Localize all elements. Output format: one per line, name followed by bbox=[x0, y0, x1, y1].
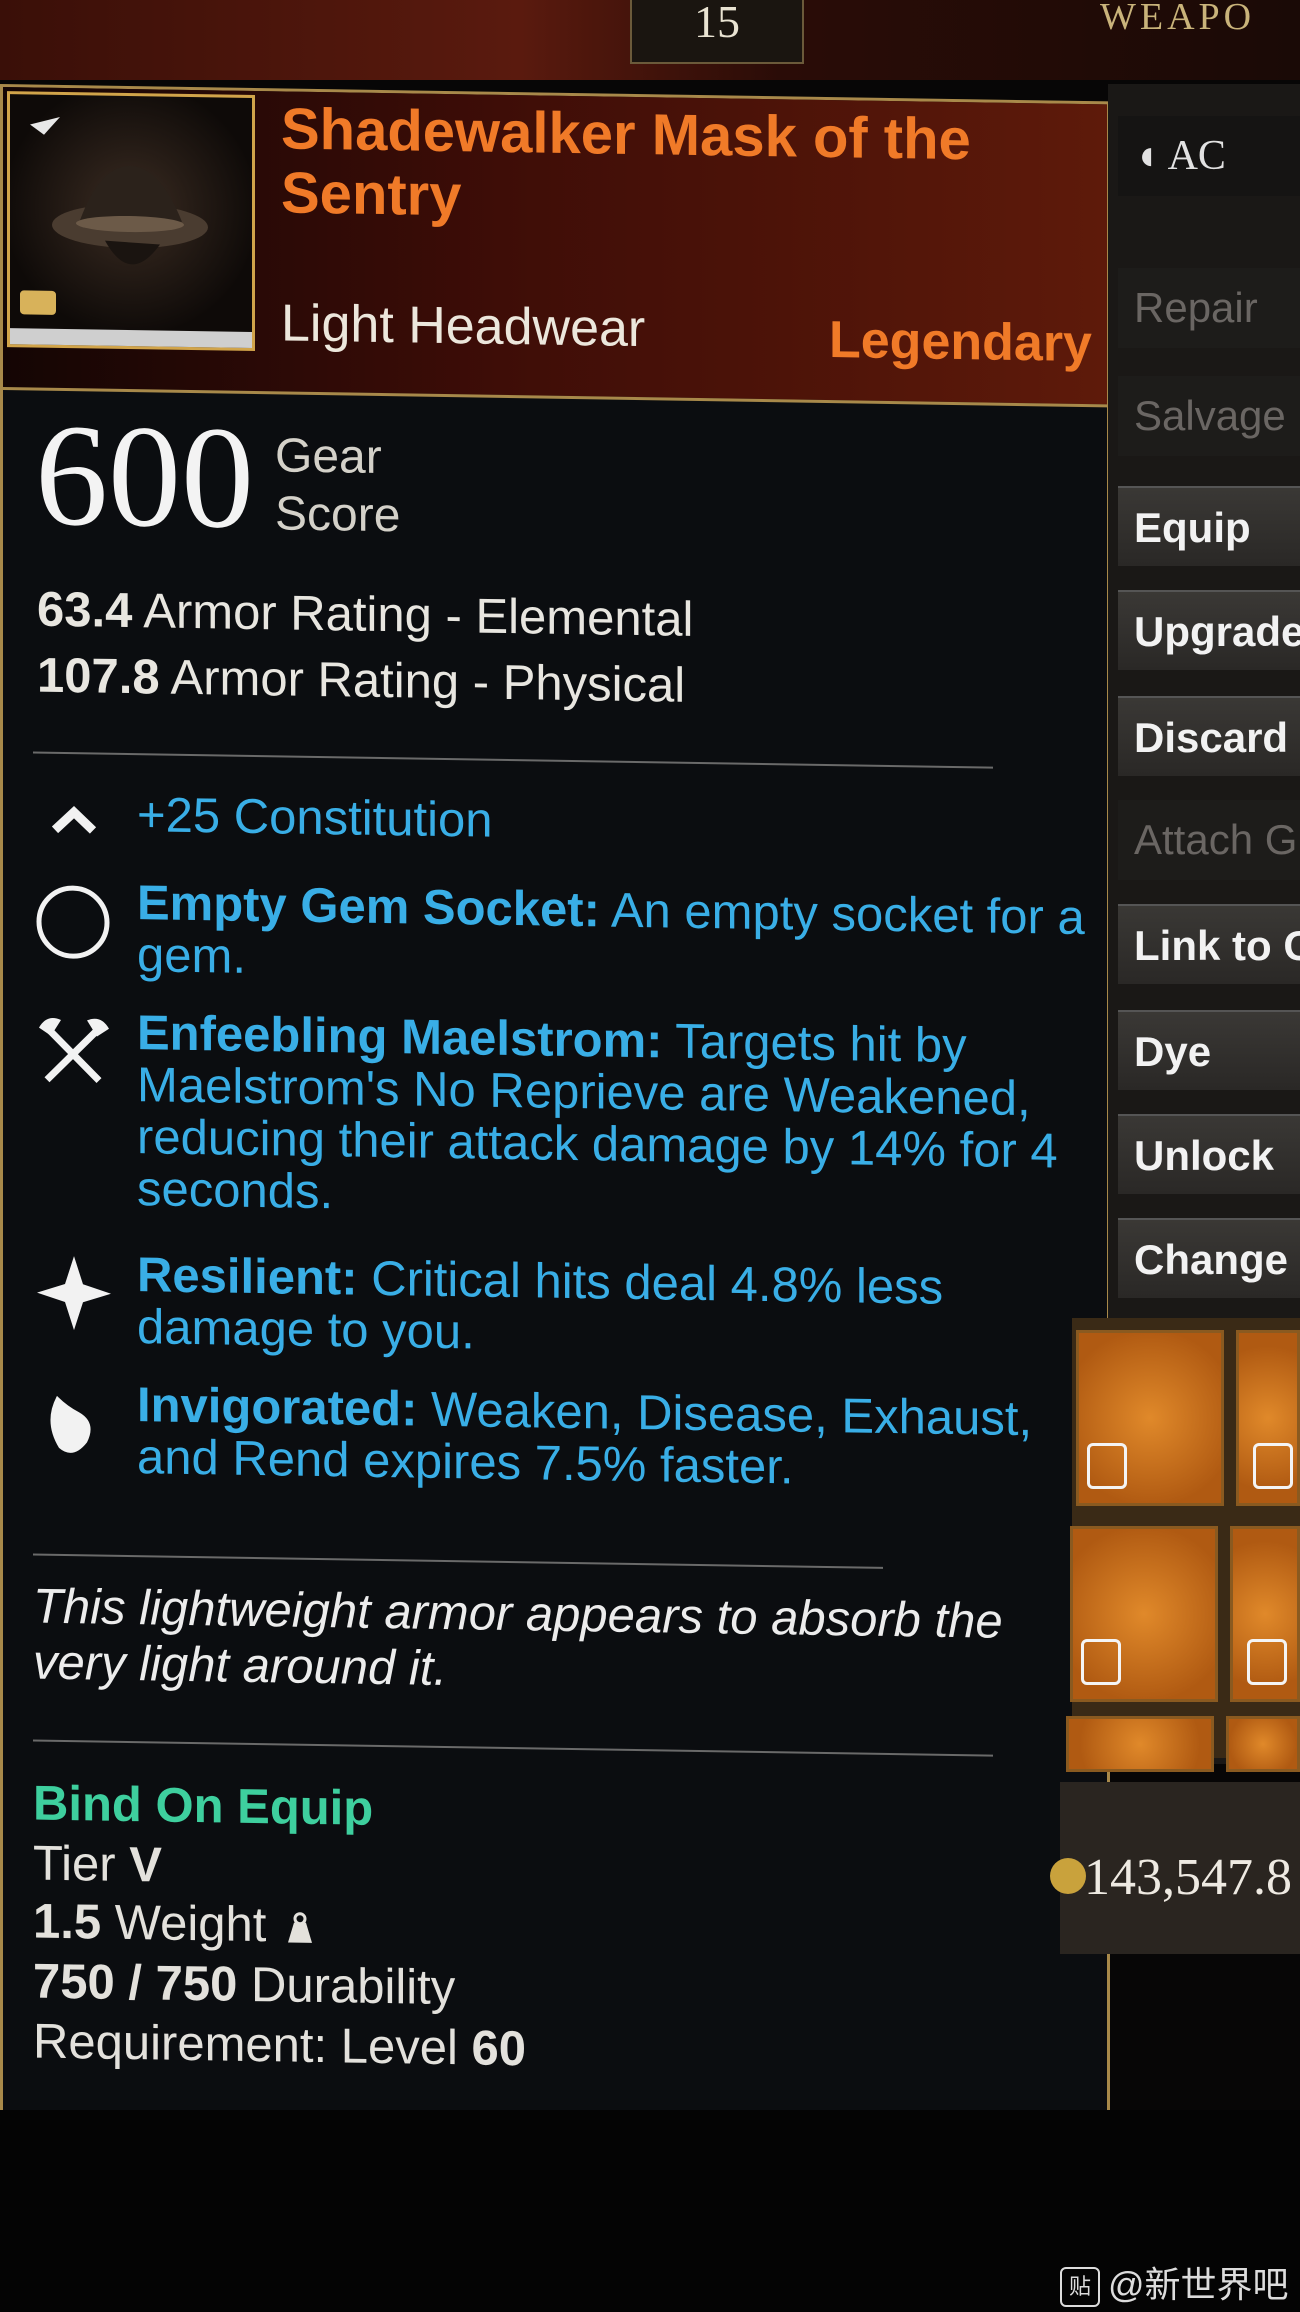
mask-icon bbox=[20, 116, 208, 315]
item-icon-bar bbox=[10, 328, 252, 348]
weapon-tab[interactable]: WEAPO bbox=[1100, 0, 1300, 40]
menu-salvage[interactable]: Salvage bbox=[1118, 376, 1300, 456]
menu-repair[interactable]: Repair bbox=[1118, 268, 1300, 348]
inventory-slot[interactable] bbox=[1076, 1330, 1224, 1506]
perk-resilient-text: Resilient: Critical hits deal 4.8% less … bbox=[137, 1248, 1097, 1368]
weight-icon bbox=[288, 1912, 312, 1943]
gear-score-value: 600 bbox=[35, 393, 254, 559]
armor-physical-value: 107.8 bbox=[37, 648, 160, 705]
menu-link-to-chat[interactable]: Link to C bbox=[1118, 904, 1300, 984]
armor-elemental-value: 63.4 bbox=[37, 582, 133, 639]
attribute-value: +25 bbox=[137, 788, 221, 844]
perk-gem-socket-text: Empty Gem Socket: An empty socket for a … bbox=[137, 876, 1097, 996]
inventory-slot[interactable] bbox=[1070, 1526, 1218, 1702]
divider bbox=[33, 1739, 993, 1757]
perk-resilient-name: Resilient: bbox=[137, 1248, 358, 1306]
lock-icon bbox=[1253, 1443, 1293, 1489]
divider bbox=[33, 1553, 883, 1569]
item-title: Shadewalker Mask of the Sentry bbox=[281, 96, 971, 229]
perk-invigorated-text: Invigorated: Weaken, Disease, Exhaust, a… bbox=[137, 1378, 1097, 1498]
watermark-text: @新世界吧 bbox=[1108, 2264, 1289, 2305]
lock-icon bbox=[1081, 1639, 1121, 1685]
requirement-value: 60 bbox=[471, 2021, 527, 2077]
coin-icon bbox=[1050, 1858, 1086, 1894]
perk-invigorated: Invigorated: Weaken, Disease, Exhaust, a… bbox=[33, 1378, 1083, 1560]
gem-socket-icon bbox=[33, 880, 115, 963]
tier-line: Tier V bbox=[33, 1836, 162, 1894]
durability-line: 750 / 750 Durability bbox=[33, 1954, 455, 2017]
actions-header-label: AC bbox=[1167, 133, 1226, 179]
attribute-line: +25 Constitution bbox=[33, 788, 1083, 864]
inventory-slot[interactable] bbox=[1230, 1526, 1300, 1702]
armor-physical: 107.8 Armor Rating - Physical bbox=[37, 648, 685, 714]
chevron-up-icon bbox=[33, 792, 115, 875]
perk-resilient: Resilient: Critical hits deal 4.8% less … bbox=[33, 1248, 1083, 1374]
armor-physical-label: Armor Rating - Physical bbox=[170, 650, 686, 713]
perk-enfeebling-maelstrom: Enfeebling Maelstrom: Targets hit by Mae… bbox=[33, 1006, 1083, 1242]
weight-label: Weight bbox=[114, 1895, 267, 1953]
item-tooltip: Shadewalker Mask of the Sentry Light Hea… bbox=[0, 84, 1110, 2142]
flavor-text: This lightweight armor appears to absorb… bbox=[33, 1579, 1003, 1697]
menu-change-skin[interactable]: Change S bbox=[1118, 1218, 1300, 1298]
perk-gem-socket-name: Empty Gem Socket: bbox=[137, 876, 600, 938]
level-badge: 15 bbox=[630, 0, 804, 64]
menu-upgrade[interactable]: Upgrade bbox=[1118, 590, 1300, 670]
armor-elemental: 63.4 Armor Rating - Elemental bbox=[37, 582, 693, 648]
lock-icon bbox=[1247, 1639, 1287, 1685]
requirement-line: Requirement: Level 60 bbox=[33, 2014, 526, 2078]
perk-invigorated-name: Invigorated: bbox=[137, 1378, 418, 1437]
currency-amount: 143,547.8 bbox=[1084, 1849, 1292, 1906]
divider bbox=[33, 751, 993, 769]
perk-gem-socket: Empty Gem Socket: An empty socket for a … bbox=[33, 876, 1085, 1002]
durability-label: Durability bbox=[250, 1957, 456, 2016]
menu-attach-gem[interactable]: Attach G bbox=[1118, 800, 1300, 880]
tooltip-header: Shadewalker Mask of the Sentry Light Hea… bbox=[3, 87, 1107, 408]
weight-line: 1.5 Weight bbox=[33, 1894, 320, 1955]
bind-status: Bind On Equip bbox=[33, 1776, 374, 1836]
weight-value: 1.5 bbox=[33, 1894, 102, 1950]
star-burst-icon bbox=[33, 1252, 115, 1335]
armor-elemental-label: Armor Rating - Elemental bbox=[143, 584, 694, 647]
mouse-icon: ◖ bbox=[1134, 133, 1160, 179]
crossed-hatchets-icon bbox=[33, 1010, 115, 1093]
attribute-text: +25 Constitution bbox=[137, 788, 1097, 856]
tier-label: Tier bbox=[33, 1836, 116, 1892]
item-rarity: Legendary bbox=[829, 311, 1092, 374]
inventory-slot[interactable] bbox=[1066, 1716, 1214, 1772]
durability-value: 750 / 750 bbox=[33, 1954, 238, 2012]
menu-equip[interactable]: Equip bbox=[1118, 486, 1300, 566]
menu-unlock[interactable]: Unlock bbox=[1118, 1114, 1300, 1194]
item-icon bbox=[7, 91, 255, 352]
gear-score-label-line2: Score bbox=[275, 487, 401, 543]
inventory-slot[interactable] bbox=[1226, 1716, 1300, 1772]
attribute-label: Constitution bbox=[233, 789, 493, 848]
item-type: Light Headwear bbox=[281, 294, 646, 359]
gear-score-label: Gear Score bbox=[275, 427, 495, 546]
perk-maelstrom-text: Enfeebling Maelstrom: Targets hit by Mae… bbox=[137, 1006, 1097, 1230]
requirement-label: Requirement: Level bbox=[33, 2014, 458, 2076]
leaf-hand-icon bbox=[33, 1382, 115, 1465]
watermark-logo-icon: 贴 bbox=[1060, 2267, 1100, 2308]
gear-score-label-line1: Gear bbox=[275, 429, 382, 484]
tier-value: V bbox=[129, 1838, 162, 1893]
inventory-slot[interactable] bbox=[1236, 1330, 1300, 1506]
menu-discard[interactable]: Discard bbox=[1118, 696, 1300, 776]
watermark: 贴 @新世界吧 bbox=[1060, 2256, 1289, 2308]
lock-icon bbox=[1087, 1443, 1127, 1489]
actions-header: ◖ AC bbox=[1118, 116, 1300, 196]
menu-dye[interactable]: Dye bbox=[1118, 1010, 1300, 1090]
